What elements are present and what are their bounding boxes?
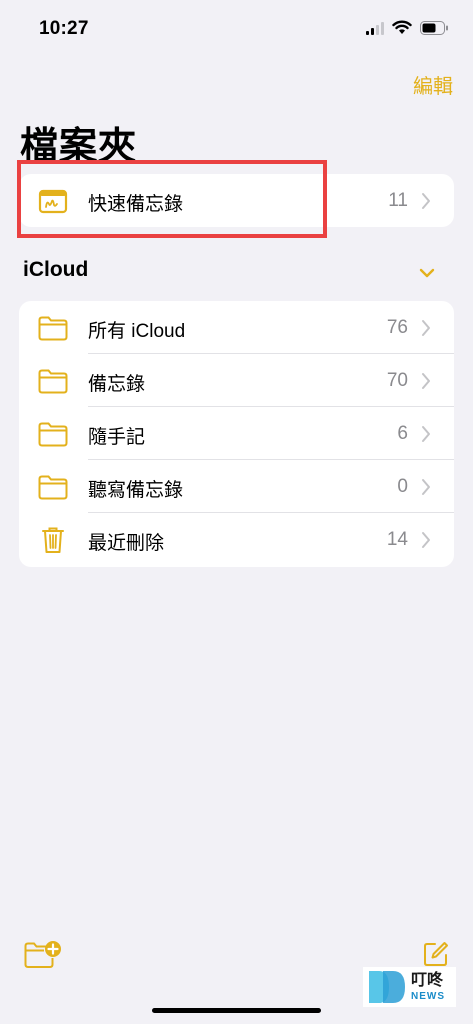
new-folder-icon[interactable] <box>24 940 62 970</box>
edit-button[interactable]: 編輯 <box>413 70 453 99</box>
folder-row-jottings[interactable]: 隨手記 6 <box>19 407 454 460</box>
folder-label: 所有 iCloud <box>88 321 186 342</box>
folder-row-notes[interactable]: 備忘錄 70 <box>19 354 454 407</box>
compose-icon[interactable] <box>423 941 449 967</box>
folder-icon <box>38 316 68 341</box>
folder-count: 6 <box>397 423 408 444</box>
folder-icon <box>38 422 68 447</box>
chevron-right-icon <box>422 426 430 442</box>
status-icons <box>366 20 449 35</box>
icloud-folder-list: 所有 iCloud 76 備忘錄 70 隨手記 6 聽寫備忘錄 0 最近刪除 1… <box>19 301 454 567</box>
chevron-right-icon <box>422 193 430 209</box>
folder-icon <box>38 475 68 500</box>
chevron-right-icon <box>422 373 430 389</box>
folder-count: 14 <box>386 529 408 550</box>
status-time: 10:27 <box>39 18 89 39</box>
folder-row-recently-deleted[interactable]: 最近刪除 14 <box>19 513 454 566</box>
chevron-down-icon[interactable] <box>419 268 435 278</box>
battery-icon <box>420 20 448 35</box>
watermark-en: NEWS <box>411 990 445 1002</box>
watermark-text: 叮咚 NEWS <box>411 971 445 1002</box>
folder-row-all-icloud[interactable]: 所有 iCloud 76 <box>19 301 454 354</box>
folder-label: 聽寫備忘錄 <box>88 480 184 501</box>
wifi-icon <box>392 20 412 34</box>
folder-label: 最近刪除 <box>88 533 165 554</box>
folder-count: 0 <box>397 476 408 497</box>
chevron-right-icon <box>422 479 430 495</box>
status-bar: 10:27 <box>0 0 473 60</box>
folder-label: 隨手記 <box>88 427 146 448</box>
icloud-section-title: iCloud <box>23 258 89 281</box>
watermark: 叮咚 NEWS <box>363 967 456 1007</box>
folder-row-dictation[interactable]: 聽寫備忘錄 0 <box>19 460 454 513</box>
watermark-logo-icon <box>369 971 405 1003</box>
chevron-right-icon <box>422 320 430 336</box>
quick-notes-count: 11 <box>388 190 408 211</box>
home-indicator <box>152 1008 321 1013</box>
trash-icon <box>42 527 64 553</box>
folder-count: 76 <box>386 317 408 338</box>
watermark-cn: 叮咚 <box>411 971 444 989</box>
folder-icon <box>38 369 68 394</box>
folder-count: 70 <box>386 370 408 391</box>
chevron-right-icon <box>422 532 430 548</box>
highlight-annotation-box <box>17 160 327 238</box>
folder-label: 備忘錄 <box>88 374 146 395</box>
cellular-signal-icon <box>366 21 384 35</box>
